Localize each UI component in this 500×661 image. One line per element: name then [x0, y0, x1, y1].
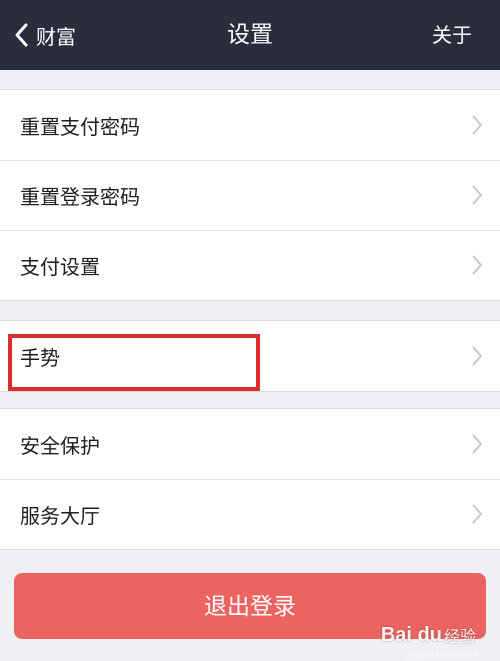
security-protection-label: 安全保护 [20, 433, 100, 458]
security-protection-item[interactable]: 安全保护 [0, 409, 500, 479]
watermark-url: jingyan.baidu.com [405, 649, 478, 659]
payment-settings-label: 支付设置 [20, 254, 100, 279]
back-button[interactable]: 财富 [14, 0, 76, 70]
chevron-right-icon [472, 185, 482, 205]
reset-login-password-label: 重置登录密码 [20, 184, 140, 209]
chevron-right-icon [472, 504, 482, 524]
chevron-right-icon [472, 255, 482, 275]
chevron-right-icon [472, 115, 482, 135]
logout-button[interactable]: 退出登录 [14, 573, 486, 639]
chevron-right-icon [472, 346, 482, 366]
settings-group-gesture: 手势 [0, 320, 500, 392]
service-hall-item[interactable]: 服务大厅 [0, 479, 500, 549]
chevron-left-icon [14, 23, 28, 47]
gesture-label: 手势 [20, 345, 60, 370]
reset-login-password-item[interactable]: 重置登录密码 [0, 160, 500, 230]
reset-payment-password-label: 重置支付密码 [20, 114, 140, 139]
nav-bar: 财富 设置 关于 [0, 0, 500, 70]
back-label: 财富 [36, 24, 76, 49]
gesture-item[interactable]: 手势 [0, 321, 500, 391]
chevron-right-icon [472, 434, 482, 454]
about-button[interactable]: 关于 [432, 0, 472, 70]
settings-group-password: 重置支付密码 重置登录密码 支付设置 [0, 89, 500, 301]
settings-group-security: 安全保护 服务大厅 [0, 408, 500, 550]
service-hall-label: 服务大厅 [20, 503, 100, 528]
payment-settings-item[interactable]: 支付设置 [0, 230, 500, 300]
reset-payment-password-item[interactable]: 重置支付密码 [0, 90, 500, 160]
